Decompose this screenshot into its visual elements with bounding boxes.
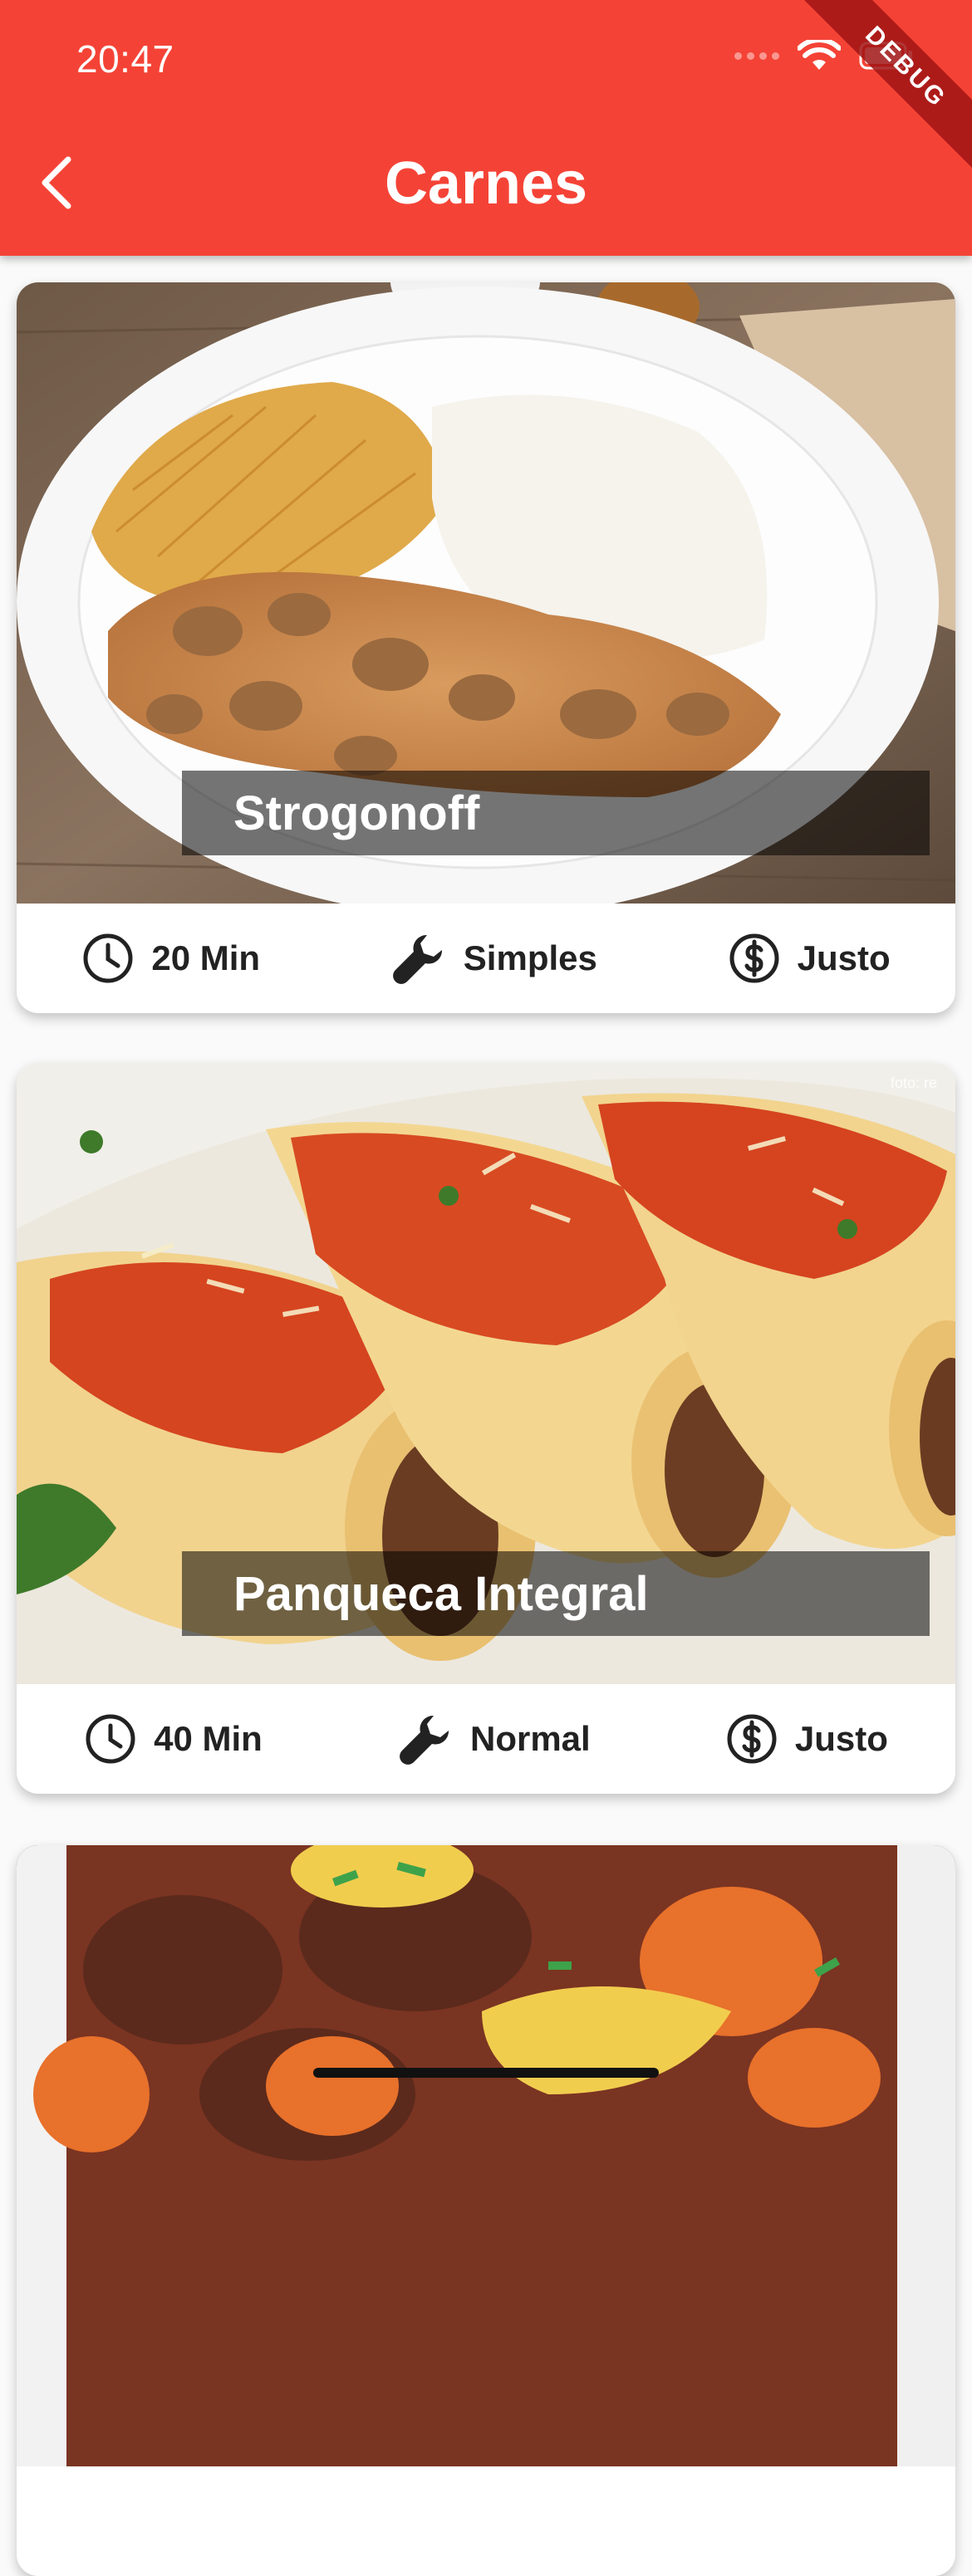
meal-info-row: 20 Min Simples Justo — [17, 904, 955, 1013]
meal-image: foto: re Panqueca Integral — [17, 1063, 955, 1684]
meal-info-row: 40 Min Normal Justo — [17, 1684, 955, 1794]
meal-title: Panqueca Integral — [233, 1566, 649, 1621]
app-bar: 20:47 DEBUG Carnes — [0, 0, 972, 256]
complexity-info: Normal — [397, 1711, 591, 1767]
photo-watermark: foto: re — [891, 1075, 937, 1091]
cost-text: Justo — [797, 938, 891, 977]
wifi-icon — [798, 40, 841, 70]
home-indicator[interactable] — [313, 2068, 659, 2078]
clock-icon — [86, 1714, 135, 1764]
complexity-text: Normal — [469, 1719, 591, 1758]
status-time: 20:47 — [76, 37, 174, 81]
complexity-info: Simples — [390, 930, 597, 987]
duration-info: 20 Min — [81, 932, 260, 985]
cost-text: Justo — [794, 1719, 888, 1758]
meal-card[interactable]: foto: re Panqueca Integral 40 Min Normal — [17, 1063, 955, 1794]
cost-info: Justo — [728, 932, 891, 985]
dollar-circle-icon — [727, 1714, 777, 1764]
dollar-circle-icon — [729, 933, 779, 983]
duration-info: 40 Min — [84, 1712, 263, 1765]
meal-title: Strogonoff — [233, 786, 480, 840]
wrench-icon — [400, 1715, 449, 1765]
duration-text: 20 Min — [151, 938, 261, 977]
duration-text: 40 Min — [154, 1719, 263, 1758]
meal-card[interactable] — [17, 1845, 955, 2576]
wrench-icon — [392, 934, 442, 984]
complexity-text: Simples — [463, 938, 597, 977]
debug-banner: DEBUG — [800, 0, 972, 173]
meal-title-band: Panqueca Integral — [182, 1551, 930, 1636]
meal-card[interactable]: Strogonoff 20 Min Simples Justo — [17, 282, 955, 1013]
meal-image: Strogonoff — [17, 282, 955, 904]
signal-icon — [734, 51, 779, 60]
clock-icon — [83, 933, 133, 983]
cost-info: Justo — [725, 1712, 888, 1765]
page-title: Carnes — [384, 150, 588, 217]
meal-title-band: Strogonoff — [182, 771, 930, 855]
meal-image — [17, 1845, 955, 2466]
